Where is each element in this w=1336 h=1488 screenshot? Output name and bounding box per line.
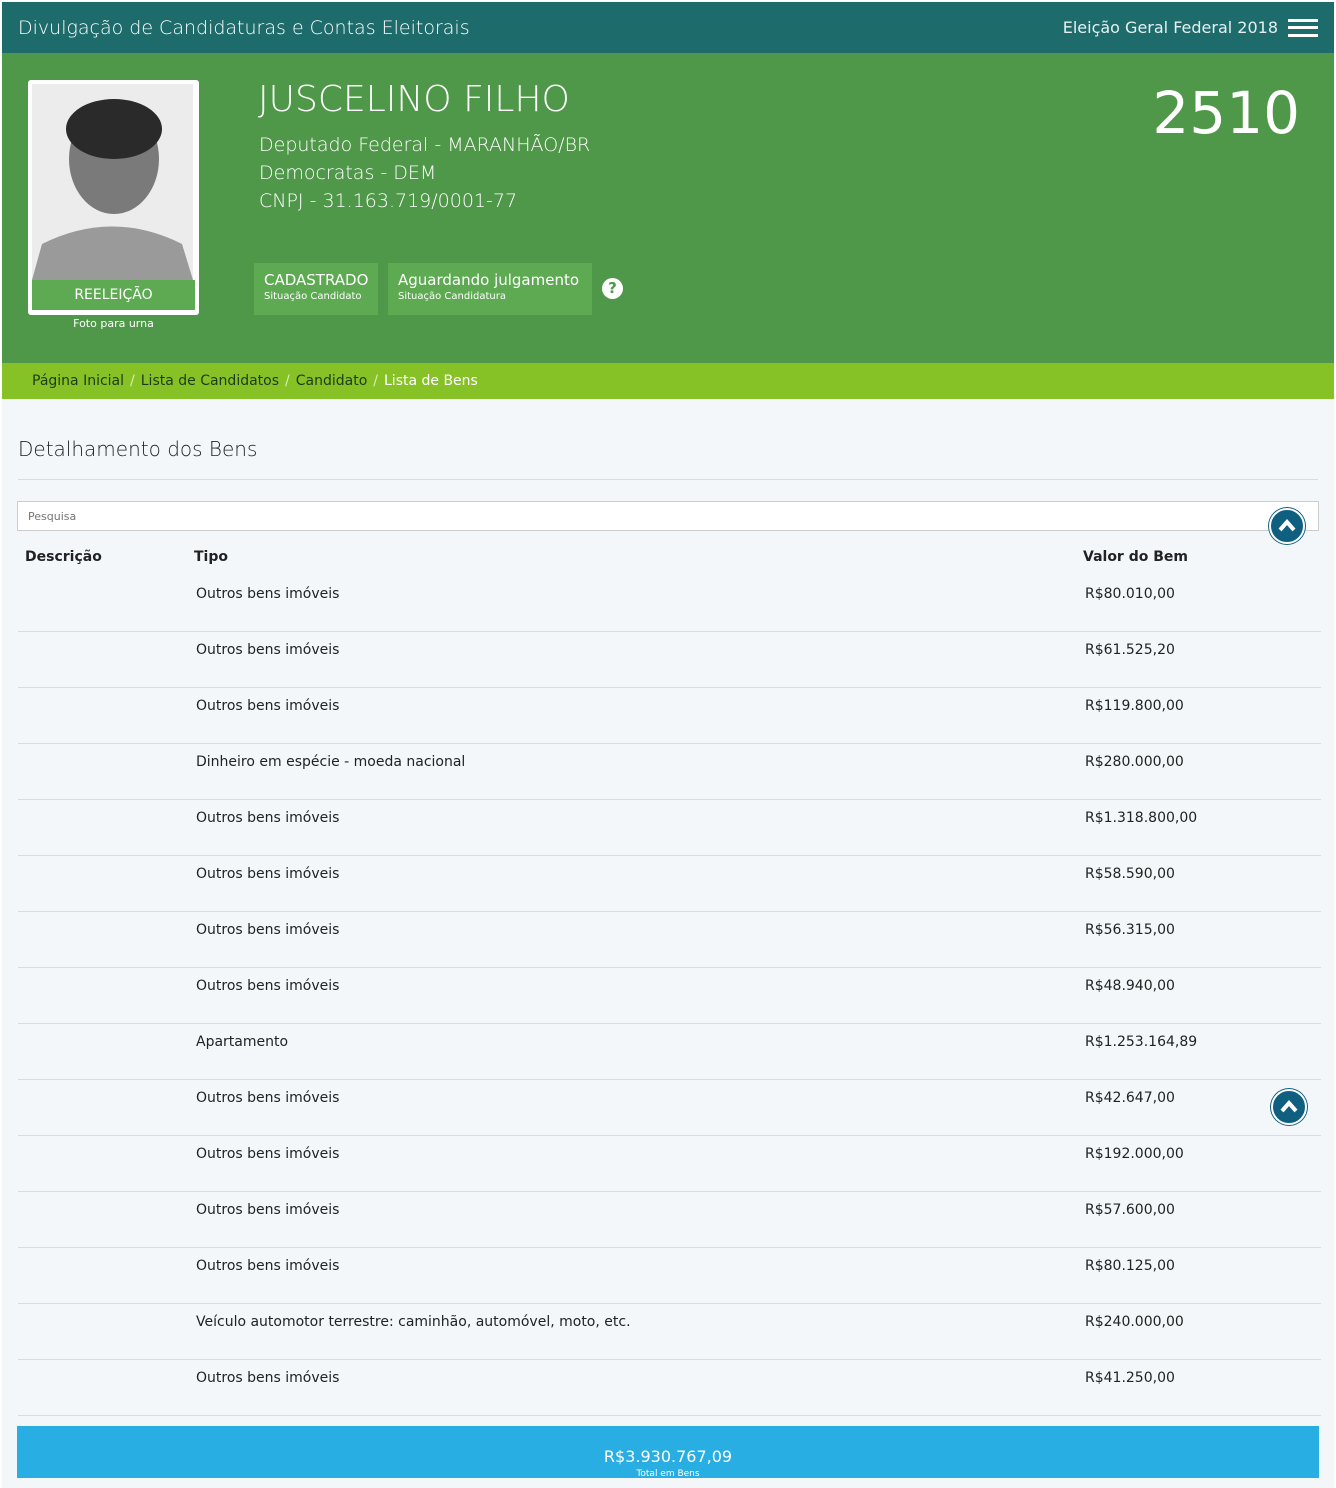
asset-type: Outros bens imóveis [196, 1146, 340, 1162]
asset-type: Outros bens imóveis [196, 586, 340, 602]
column-header-valor[interactable]: Valor do Bem [1083, 549, 1188, 565]
photo-caption: Foto para urna [73, 317, 154, 330]
total-assets: R$3.930.767,09 Total em Bens [17, 1426, 1319, 1478]
status-label: Situação Candidato [264, 291, 362, 302]
asset-value: R$42.647,00 [1085, 1090, 1175, 1106]
status-value: CADASTRADO [264, 271, 369, 289]
breadcrumb-candidates[interactable]: Lista de Candidatos [141, 373, 279, 389]
asset-type: Outros bens imóveis [196, 810, 340, 826]
table-row: Outros bens imóveis R$192.000,00 [18, 1136, 1321, 1192]
status-badge-candidacy: Aguardando julgamento Situação Candidatu… [388, 263, 592, 315]
candidate-cnpj: CNPJ - 31.163.719/0001-77 [259, 190, 518, 212]
asset-type: Outros bens imóveis [196, 1258, 340, 1274]
column-header-tipo[interactable]: Tipo [194, 549, 228, 565]
asset-value: R$1.253.164,89 [1085, 1034, 1198, 1050]
candidate-number: 2510 [1152, 79, 1300, 147]
asset-type: Outros bens imóveis [196, 978, 340, 994]
table-row: Outros bens imóveis R$56.315,00 [18, 912, 1321, 968]
asset-type: Outros bens imóveis [196, 866, 340, 882]
section-title: Detalhamento dos Bens [18, 437, 258, 461]
assets-table: Outros bens imóveis R$80.010,00 Outros ben… [18, 576, 1321, 1416]
asset-value: R$1.318.800,00 [1085, 810, 1198, 826]
top-bar: Divulgação de Candidaturas e Contas Elei… [2, 2, 1334, 53]
total-label: Total em Bens [636, 1469, 700, 1477]
table-row: Outros bens imóveis R$48.940,00 [18, 968, 1321, 1024]
asset-value: R$58.590,00 [1085, 866, 1175, 882]
asset-type: Apartamento [196, 1034, 289, 1050]
asset-type: Dinheiro em espécie - moeda nacional [196, 754, 466, 770]
candidate-name: JUSCELINO FILHO [258, 79, 570, 120]
asset-value: R$119.800,00 [1085, 698, 1184, 714]
asset-type: Outros bens imóveis [196, 1370, 340, 1386]
candidate-office: Deputado Federal - MARANHÃO/BR [259, 134, 591, 156]
help-icon[interactable]: ? [602, 278, 623, 299]
asset-type: Outros bens imóveis [196, 1090, 340, 1106]
table-row: Outros bens imóveis R$80.010,00 [18, 576, 1321, 632]
table-row: Veículo automotor terrestre: caminhão, a… [18, 1304, 1321, 1360]
asset-type: Outros bens imóveis [196, 698, 340, 714]
table-row: Outros bens imóveis R$61.525,20 [18, 632, 1321, 688]
breadcrumb-current: Lista de Bens [384, 373, 478, 389]
candidate-photo: REELEIÇÃO [28, 80, 199, 315]
table-row: Outros bens imóveis R$119.800,00 [18, 688, 1321, 744]
search-input[interactable] [17, 501, 1319, 531]
asset-value: R$41.250,00 [1085, 1370, 1175, 1386]
candidate-image [32, 84, 193, 280]
menu-icon[interactable] [1288, 18, 1318, 37]
candidate-header: REELEIÇÃO Foto para urna JUSCELINO FILHO… [2, 53, 1334, 363]
election-label: Eleição Geral Federal 2018 [1062, 18, 1278, 37]
asset-value: R$192.000,00 [1085, 1146, 1184, 1162]
breadcrumb-home[interactable]: Página Inicial [32, 373, 124, 389]
table-row: Dinheiro em espécie - moeda nacional R$28… [18, 744, 1321, 800]
asset-value: R$240.000,00 [1085, 1314, 1184, 1330]
asset-value: R$80.010,00 [1085, 586, 1175, 602]
asset-value: R$80.125,00 [1085, 1258, 1175, 1274]
app-title: Divulgação de Candidaturas e Contas Elei… [18, 16, 470, 39]
table-row: Outros bens imóveis R$80.125,00 [18, 1248, 1321, 1304]
asset-value: R$61.525,20 [1085, 642, 1175, 658]
column-header-descricao[interactable]: Descrição [25, 549, 102, 565]
asset-type: Outros bens imóveis [196, 642, 340, 658]
breadcrumb: Página Inicial / Lista de Candidatos / Can… [2, 363, 1334, 399]
asset-value: R$280.000,00 [1085, 754, 1184, 770]
table-row: Outros bens imóveis R$58.590,00 [18, 856, 1321, 912]
assets-section: Detalhamento dos Bens Descrição Tipo Val… [2, 399, 1334, 1488]
candidate-party: Democratas - DEM [259, 162, 437, 184]
reelection-badge: REELEIÇÃO [32, 280, 195, 310]
table-row: Outros bens imóveis R$41.250,00 [18, 1360, 1321, 1416]
asset-type: Outros bens imóveis [196, 1202, 340, 1218]
breadcrumb-candidate[interactable]: Candidato [296, 373, 368, 389]
status-badge-candidate: CADASTRADO Situação Candidato [254, 263, 378, 315]
asset-value: R$56.315,00 [1085, 922, 1175, 938]
asset-value: R$57.600,00 [1085, 1202, 1175, 1218]
scroll-top-button[interactable] [1271, 1089, 1307, 1125]
total-value: R$3.930.767,09 [603, 1447, 733, 1466]
asset-type: Outros bens imóveis [196, 922, 340, 938]
table-row: Outros bens imóveis R$57.600,00 [18, 1192, 1321, 1248]
table-row: Outros bens imóveis R$42.647,00 [18, 1080, 1321, 1136]
status-value: Aguardando julgamento [398, 271, 580, 289]
table-row: Outros bens imóveis R$1.318.800,00 [18, 800, 1321, 856]
scroll-top-button[interactable] [1269, 508, 1305, 544]
table-row: Apartamento R$1.253.164,89 [18, 1024, 1321, 1080]
asset-value: R$48.940,00 [1085, 978, 1175, 994]
asset-type: Veículo automotor terrestre: caminhão, a… [196, 1314, 631, 1330]
status-label: Situação Candidatura [398, 291, 506, 302]
divider [18, 479, 1318, 480]
